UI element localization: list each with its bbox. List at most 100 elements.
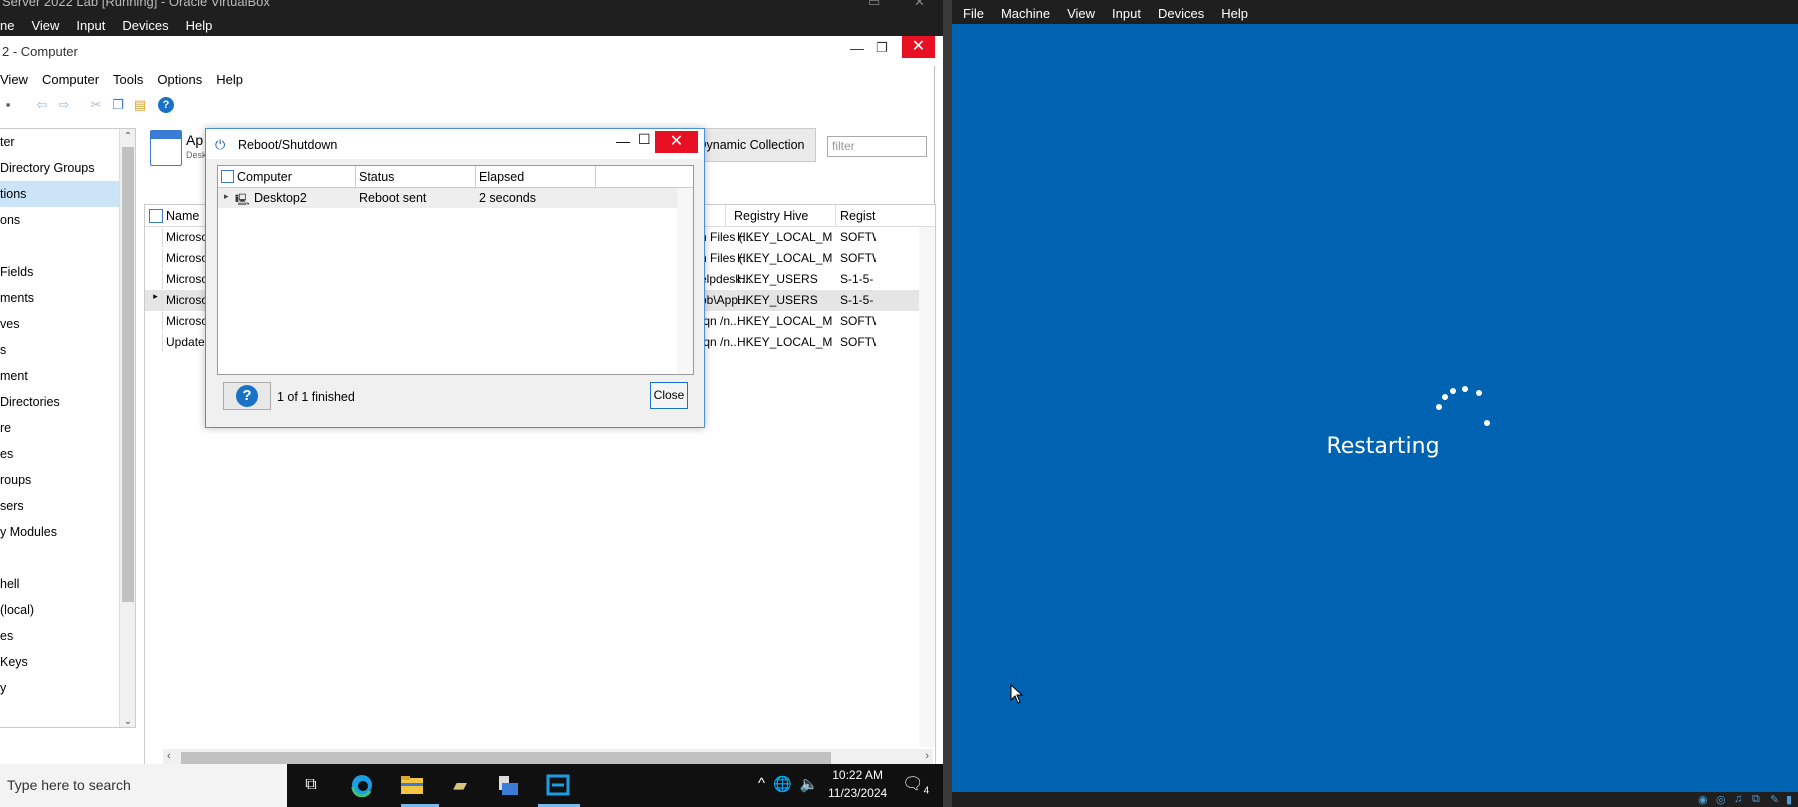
tree-item[interactable]: tions: [0, 181, 135, 207]
tree-item[interactable]: ves: [0, 311, 135, 337]
column-elapsed[interactable]: Elapsed: [479, 170, 524, 184]
column-name[interactable]: Name: [166, 209, 199, 223]
menu-help[interactable]: Help: [1221, 6, 1248, 21]
menu-tools[interactable]: Tools: [113, 72, 143, 87]
tree-item[interactable]: [0, 545, 135, 571]
scroll-right-icon[interactable]: ›: [925, 750, 929, 762]
scroll-up-icon[interactable]: ⌃: [120, 131, 135, 142]
tree-item[interactable]: Keys: [0, 649, 135, 675]
tree-item[interactable]: y: [0, 675, 135, 701]
column-registry-hive[interactable]: Registry Hive: [734, 209, 808, 223]
scroll-left-icon[interactable]: ‹: [167, 750, 171, 762]
column-status[interactable]: Status: [359, 170, 394, 184]
help-icon[interactable]: ?: [158, 97, 174, 113]
remote-app-icon[interactable]: [544, 772, 572, 798]
server-manager-icon[interactable]: ▰: [446, 772, 474, 798]
minimize-icon[interactable]: —: [850, 40, 864, 56]
tree-item[interactable]: (local): [0, 597, 135, 623]
admin-tool-icon[interactable]: [494, 772, 522, 798]
tree-item[interactable]: es: [0, 623, 135, 649]
tree-item[interactable]: ments: [0, 285, 135, 311]
shared-folders-icon[interactable]: ▮: [1786, 793, 1798, 806]
dialog-close-button[interactable]: Close: [650, 382, 688, 409]
tree-item[interactable]: ter: [0, 129, 135, 155]
column-computer[interactable]: Computer: [237, 170, 292, 184]
menu-view[interactable]: View: [0, 72, 28, 87]
grid-settings-icon[interactable]: [149, 209, 163, 223]
tree-item[interactable]: Directories: [0, 389, 135, 415]
network-icon[interactable]: 🌐: [773, 775, 792, 793]
menu-options[interactable]: Options: [157, 72, 202, 87]
optical-icon[interactable]: ◎: [1716, 793, 1728, 806]
menu-view[interactable]: View: [1067, 6, 1095, 21]
cell-registry-key: SOFTW: [840, 335, 876, 349]
tree-item[interactable]: ons: [0, 207, 135, 233]
tree-scroll-thumb[interactable]: [122, 147, 134, 602]
tree-scrollbar[interactable]: ⌃ ⌄: [119, 129, 135, 727]
expand-arrow-icon[interactable]: ▸: [224, 191, 229, 202]
forward-arrow-icon[interactable]: ⇨: [56, 97, 72, 113]
restore-icon[interactable]: ❐: [876, 40, 888, 56]
menu-machine-partial[interactable]: ne: [0, 18, 14, 33]
cell-registry-hive: HKEY_LOCAL_MAC...: [737, 251, 832, 265]
tree-item[interactable]: re: [0, 415, 135, 441]
tree-item[interactable]: ment: [0, 363, 135, 389]
menu-machine[interactable]: Machine: [1001, 6, 1050, 21]
grid-hscroll-thumb[interactable]: [181, 752, 831, 764]
scroll-down-icon[interactable]: ⌄: [120, 716, 135, 727]
tree-item[interactable]: y Modules: [0, 519, 135, 545]
cut-icon[interactable]: ✂: [88, 97, 104, 113]
menu-file[interactable]: File: [963, 6, 984, 21]
cell-registry-key: SOFTW: [840, 251, 876, 265]
close-icon[interactable]: ✕: [902, 36, 935, 58]
tree-item[interactable]: Directory Groups: [0, 155, 135, 181]
menu-input[interactable]: Input: [76, 18, 105, 33]
navigation-tree: ter Directory Groups tions ons Fields ments v…: [0, 128, 136, 728]
network-adapter-icon[interactable]: ⧉: [1752, 793, 1764, 805]
taskbar-search-box[interactable]: Type here to search: [0, 764, 287, 807]
menu-help[interactable]: Help: [216, 72, 243, 87]
chevron-up-icon[interactable]: ^: [758, 775, 765, 793]
edge-icon[interactable]: [348, 772, 376, 798]
list-settings-icon[interactable]: [221, 170, 234, 183]
tree-item[interactable]: s: [0, 337, 135, 363]
menu-computer[interactable]: Computer: [42, 72, 99, 87]
grid-vertical-scrollbar[interactable]: [919, 227, 935, 747]
menu-devices[interactable]: Devices: [122, 18, 168, 33]
usb-icon[interactable]: ✎: [1770, 793, 1782, 806]
disk-icon[interactable]: ◉: [1698, 793, 1710, 806]
print-icon[interactable]: ▪: [0, 97, 16, 113]
back-arrow-icon[interactable]: ⇦: [34, 97, 50, 113]
volume-icon[interactable]: 🔈: [800, 775, 819, 793]
minimize-icon[interactable]: —: [616, 133, 630, 149]
menu-input[interactable]: Input: [1112, 6, 1141, 21]
notification-count: 4: [923, 785, 930, 797]
dialog-help-button[interactable]: ?: [223, 382, 271, 410]
notification-icon[interactable]: 🗨4: [902, 774, 929, 796]
menu-view[interactable]: View: [31, 18, 59, 33]
row-marker: [149, 249, 163, 268]
dialog-list-scrollbar[interactable]: [677, 188, 693, 374]
menu-help[interactable]: Help: [186, 18, 213, 33]
list-item[interactable]: ▸ 🖳 Desktop2 Reboot sent 2 seconds: [218, 188, 678, 208]
audio-icon[interactable]: ♫: [1734, 793, 1746, 805]
tree-item[interactable]: hell: [0, 571, 135, 597]
copy-icon[interactable]: ❐: [110, 97, 126, 113]
maximize-icon[interactable]: ☐: [638, 131, 651, 148]
tree-item[interactable]: Fields: [0, 259, 135, 285]
close-icon[interactable]: ✕: [914, 0, 925, 10]
file-explorer-icon[interactable]: [398, 772, 426, 798]
tree-item[interactable]: sers: [0, 493, 135, 519]
tree-item[interactable]: [0, 233, 135, 259]
column-registry-key[interactable]: Regist: [840, 209, 875, 223]
close-icon[interactable]: ✕: [655, 131, 698, 153]
filter-input[interactable]: filter: [827, 136, 927, 157]
minimize-icon[interactable]: ▭: [868, 0, 880, 10]
task-view-icon[interactable]: ⧉: [297, 772, 325, 798]
tree-item[interactable]: roups: [0, 467, 135, 493]
paste-icon[interactable]: ▤: [132, 97, 148, 113]
taskbar-clock[interactable]: 10:22 AM 11/23/2024: [828, 766, 887, 802]
tree-item[interactable]: es: [0, 441, 135, 467]
dynamic-collection-button[interactable]: Dynamic Collection: [686, 128, 816, 162]
menu-devices[interactable]: Devices: [1158, 6, 1204, 21]
